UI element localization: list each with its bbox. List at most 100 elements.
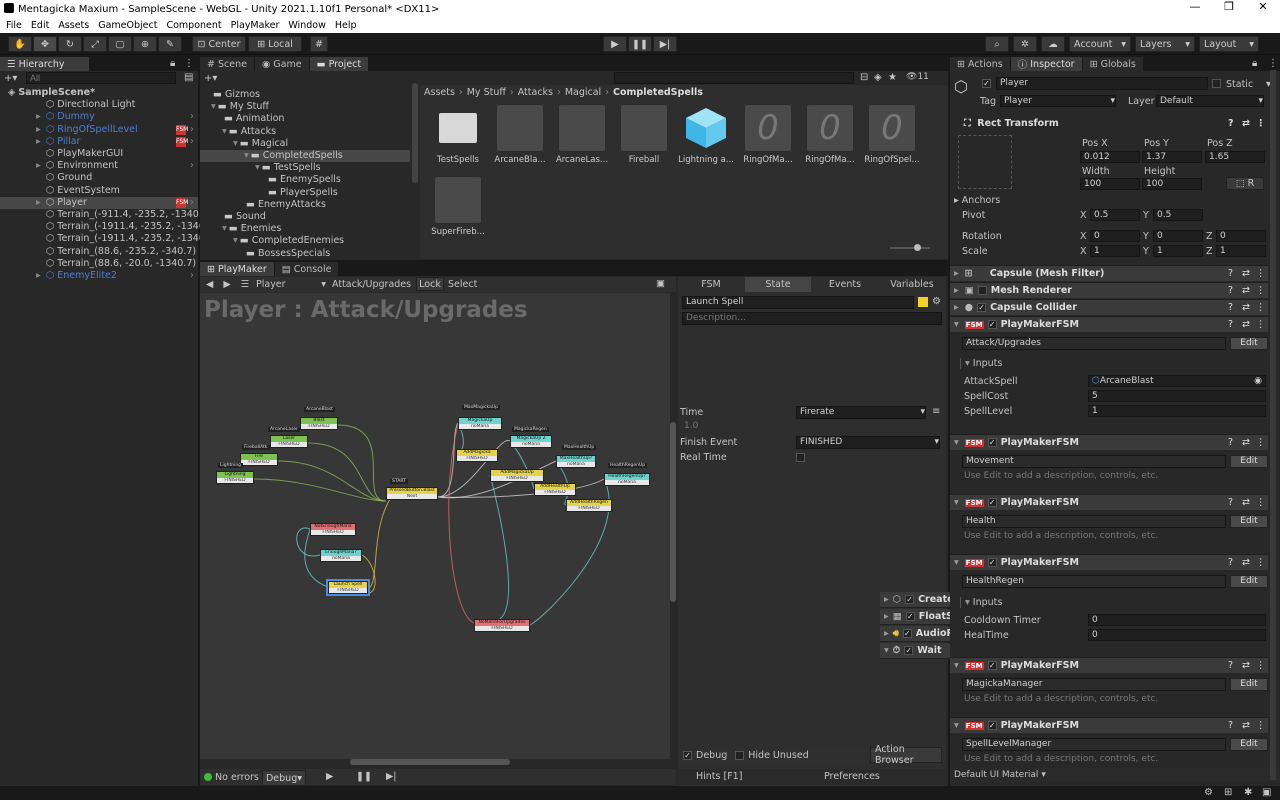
preset-icon[interactable]: ⇄ xyxy=(1242,285,1250,296)
help-icon[interactable]: ? xyxy=(1228,557,1233,568)
hierarchy-item[interactable]: ⬡ Terrain_(-911.4, -235.2, -1340.7 xyxy=(0,209,208,221)
action-enabled-checkbox[interactable]: ✓ xyxy=(905,612,915,621)
grid-snap-icon[interactable]: # xyxy=(310,36,328,52)
expand-arrow-icon[interactable]: ▾ xyxy=(233,138,238,149)
help-icon[interactable]: ? xyxy=(1228,268,1233,279)
lock-icon[interactable]: 🔒︎ xyxy=(170,58,175,69)
project-folder[interactable]: ▾ ▬ CompletedSpells xyxy=(200,150,410,162)
menu-component[interactable]: Component xyxy=(166,20,221,31)
preset-icon[interactable]: ⇄ xyxy=(1242,268,1250,279)
tab-console[interactable]: ▤ Console xyxy=(274,262,340,276)
project-folder[interactable]: ▬ EnemyAttacks xyxy=(200,199,410,211)
add-icon[interactable]: +▾ xyxy=(204,73,217,84)
tab-scene[interactable]: # Scene xyxy=(200,57,255,71)
expand-arrow-icon[interactable]: ▾ xyxy=(222,223,227,234)
state-name-field[interactable]: Launch Spell xyxy=(682,296,914,309)
menu-edit[interactable]: Edit xyxy=(31,20,49,31)
graph-settings-icon[interactable]: ▣ xyxy=(656,278,665,289)
fsm-state-node[interactable]: AddMagicka FINISHED xyxy=(456,449,498,462)
expand-arrow-icon[interactable]: ▾ xyxy=(244,150,249,161)
help-icon[interactable]: ? xyxy=(1228,497,1233,508)
component-enabled-checkbox[interactable]: ✓ xyxy=(987,721,997,730)
fsm-state-node[interactable]: Blast FINISHED xyxy=(300,417,338,430)
breadcrumb-item[interactable]: Attacks xyxy=(518,87,553,98)
input-value-field[interactable]: 1 xyxy=(1088,405,1266,417)
hierarchy-item[interactable]: ▸ ⬡ Pillar FSM › xyxy=(0,136,198,148)
step-icon[interactable]: ▶| xyxy=(653,36,677,52)
menu-file[interactable]: File xyxy=(6,20,22,31)
fsm-name-field[interactable]: Movement xyxy=(962,455,1226,468)
rect-tool-icon[interactable]: ▢ xyxy=(108,36,132,52)
collapse-arrow-icon[interactable]: ▸ xyxy=(884,594,889,605)
global-transition-label[interactable]: FireballAtk xyxy=(242,445,270,450)
global-transition-label[interactable]: Lightning xyxy=(218,463,244,468)
help-icon[interactable]: ? xyxy=(1228,302,1233,313)
component-enabled-checkbox[interactable]: ✓ xyxy=(977,303,987,312)
expand-arrow-icon[interactable]: ▾ xyxy=(26,87,31,99)
foldout-arrow-icon[interactable]: ▾ xyxy=(954,319,959,330)
expand-arrow-icon[interactable]: ▾ xyxy=(255,162,260,173)
search-by-label-icon[interactable]: ◈ xyxy=(874,72,882,83)
real-time-checkbox[interactable] xyxy=(796,453,805,462)
hierarchy-item[interactable]: ⬡ Terrain_(88.6, -20.0, -1340.7) xyxy=(0,258,198,270)
state-transition[interactable]: noMana xyxy=(605,480,649,485)
menu-window[interactable]: Window xyxy=(288,20,325,31)
preferences-button[interactable]: Preferences xyxy=(824,771,880,782)
menu-gameobject[interactable]: GameObject xyxy=(98,20,157,31)
state-description-field[interactable]: Description... xyxy=(682,312,942,325)
global-transition-label[interactable]: MagickaRegen xyxy=(512,427,549,432)
hierarchy-item[interactable]: ▸ ⬡ Player FSM › xyxy=(0,196,198,209)
playmaker-fsm-header[interactable]: ▾ FSM ✓ PlayMakerFSM? ⇄ ⋮ xyxy=(950,316,1268,332)
hierarchy-item[interactable]: ▾ ◈ SampleScene* xyxy=(0,87,198,99)
state-transition[interactable]: FINISHED xyxy=(311,530,355,535)
cloud-icon[interactable]: ☁ xyxy=(1041,36,1065,52)
tab-project[interactable]: ▬ Project xyxy=(309,57,370,71)
search-icon[interactable]: ⌕ xyxy=(985,36,1009,52)
preset-icon[interactable]: ⇄ xyxy=(1242,497,1250,508)
chevron-right-icon[interactable]: › xyxy=(190,160,194,172)
more-icon[interactable]: ⋮ xyxy=(1256,720,1266,731)
collapse-arrow-icon[interactable]: ▸ xyxy=(884,611,889,622)
global-transition-label[interactable]: ArcaneLaser xyxy=(268,427,300,432)
state-transition[interactable]: FINISHED xyxy=(217,478,253,483)
asset-item[interactable]: TestSpells xyxy=(430,105,486,165)
layout-dropdown[interactable]: Layout ▾ xyxy=(1199,36,1259,52)
tab-variables[interactable]: Variables xyxy=(879,279,945,290)
preset-icon[interactable]: ⇄ xyxy=(1242,319,1250,330)
graph-vscrollbar[interactable] xyxy=(670,422,676,602)
hierarchy-item[interactable]: ⬡ PlayMakerGUI xyxy=(0,148,198,160)
fsm-state-node[interactable]: PressedButton.Blast Next xyxy=(386,487,438,500)
fsm-state-node[interactable]: NotEnoughMana FINISHED xyxy=(310,523,356,536)
project-folder[interactable]: ▾ ▬ Enemies xyxy=(200,223,410,235)
expand-arrow-icon[interactable]: ▾ xyxy=(222,126,227,137)
state-transition[interactable]: FINISHED xyxy=(535,490,575,495)
project-folder[interactable]: ▬ PlayerSpells xyxy=(200,187,410,199)
rotate-tool-icon[interactable]: ↻ xyxy=(58,36,82,52)
breadcrumb-item[interactable]: CompletedSpells xyxy=(613,87,703,98)
foldout-arrow-icon[interactable]: ▾ xyxy=(954,497,959,508)
expand-arrow-icon[interactable]: ▾ xyxy=(884,645,889,656)
move-tool-icon[interactable]: ✥ xyxy=(33,36,57,52)
fsm-state-node[interactable]: AddHealthRegen FINISHED xyxy=(566,499,612,512)
expand-arrow-icon[interactable]: ▸ xyxy=(36,124,41,136)
asset-item[interactable]: Fireball xyxy=(616,105,672,165)
foldout-arrow-icon[interactable]: ▾ xyxy=(954,557,959,568)
project-folder[interactable]: ▾ ▬ Magical xyxy=(200,138,410,150)
fsm-state-node[interactable]: Laser FINISHED xyxy=(270,435,308,448)
preset-icon[interactable]: ⇄ xyxy=(1242,557,1250,568)
variable-toggle-icon[interactable]: ≡ xyxy=(932,406,940,417)
expand-arrow-icon[interactable]: ▸ xyxy=(36,111,41,123)
preset-icon[interactable]: ⇄ xyxy=(1242,437,1250,448)
global-transition-label[interactable]: MaxMagickaUp xyxy=(462,405,500,410)
slider-handle[interactable] xyxy=(914,244,921,251)
project-folder[interactable]: ▬ EnemySpells xyxy=(200,174,410,186)
hierarchy-item[interactable]: ▸ ⬡ RingOfSpellLevel FSM › xyxy=(0,124,198,136)
state-transition[interactable]: Next xyxy=(387,494,437,499)
more-icon[interactable]: ⋮ xyxy=(1256,268,1266,279)
playmaker-fsm-header[interactable]: ▾ FSM ✓ PlayMakerFSM? ⇄ ⋮ xyxy=(950,554,1268,570)
search-by-type-icon[interactable]: ⊟ xyxy=(860,72,868,83)
more-icon[interactable]: ⋮ xyxy=(184,58,194,69)
tab-events[interactable]: Events xyxy=(812,279,878,290)
tab-fsm[interactable]: FSM xyxy=(678,279,744,290)
asset-item[interactable]: 0 RingOfMa... xyxy=(740,105,796,165)
